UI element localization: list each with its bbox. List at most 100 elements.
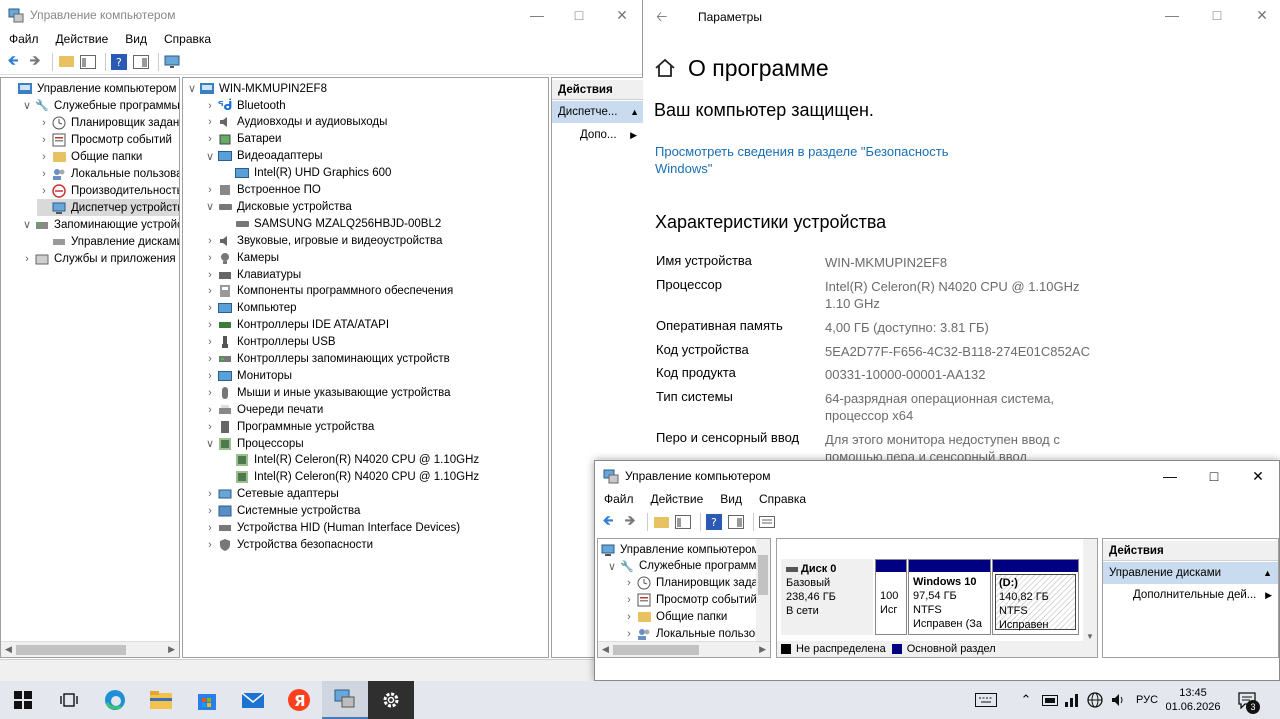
device-category[interactable]: › Встроенное ПО — [203, 182, 321, 199]
settings-maximize-button[interactable]: □ — [1195, 0, 1239, 30]
show-hide-tree-icon[interactable] — [79, 53, 97, 71]
chevron-right-icon[interactable]: › — [622, 628, 636, 640]
onedrive-icon[interactable] — [1040, 681, 1060, 719]
chevron-right-icon[interactable]: › — [203, 252, 217, 264]
chevron-down-icon[interactable]: ∨ — [20, 218, 34, 231]
device-category[interactable]: › Аудиовходы и аудиовыходы — [203, 114, 387, 131]
chevron-right-icon[interactable]: › — [37, 134, 51, 146]
disk-actions-more-item[interactable]: Дополнительные дей... ▶ — [1103, 585, 1278, 605]
tree-item[interactable]: › Службы и приложения — [20, 250, 175, 267]
chevron-right-icon[interactable]: › — [622, 594, 636, 606]
device-item[interactable]: Intel(R) Celeron(R) N4020 CPU @ 1.10GHz — [220, 452, 479, 469]
tree-item[interactable]: › Производительность — [37, 182, 179, 199]
device-category[interactable]: › Программные устройства — [203, 418, 374, 435]
minimize-button[interactable]: — — [515, 0, 559, 30]
tree-item[interactable]: Диспетчер устройств — [37, 199, 179, 216]
disk-menu-action[interactable]: Действие — [642, 492, 712, 506]
chevron-right-icon[interactable]: › — [37, 117, 51, 129]
menu-file[interactable]: Файл — [0, 32, 47, 46]
chevron-right-icon[interactable]: › — [203, 488, 217, 500]
device-category[interactable]: ∨ Видеоадаптеры — [203, 148, 323, 165]
globe-icon[interactable] — [1085, 681, 1105, 719]
device-tree-root[interactable]: ∨ WIN-MKMUPIN2EF8 — [185, 80, 327, 97]
device-category[interactable]: › Компьютер — [203, 300, 296, 317]
touch-keyboard-icon[interactable] — [972, 681, 1000, 719]
tree-item[interactable]: Управление компьютером (л — [3, 80, 179, 97]
chevron-right-icon[interactable]: › — [203, 184, 217, 196]
chevron-right-icon[interactable]: › — [203, 353, 217, 365]
device-category[interactable]: › Компоненты программного обеспечения — [203, 283, 453, 300]
back-icon[interactable]: 🡸 — [4, 52, 22, 71]
chevron-right-icon[interactable]: › — [203, 319, 217, 331]
chevron-down-icon[interactable]: ∨ — [203, 150, 217, 163]
close-button[interactable]: ✕ — [600, 0, 644, 30]
edge-taskbar-button[interactable] — [92, 681, 138, 719]
show-hide-tree-icon[interactable] — [674, 513, 692, 531]
speaker-icon[interactable] — [1108, 681, 1128, 719]
forward-icon[interactable]: 🡺 — [621, 512, 639, 531]
chevron-right-icon[interactable]: › — [203, 421, 217, 433]
settings-minimize-button[interactable]: — — [1150, 0, 1194, 30]
disk-maximize-button[interactable]: □ — [1192, 461, 1236, 491]
actions-disk-management-item[interactable]: Управление дисками ▲ — [1103, 562, 1278, 584]
notification-center-button[interactable]: 3 — [1230, 681, 1264, 719]
disk-tree-item[interactable]: › Просмотр событий — [622, 591, 757, 608]
forward-icon[interactable]: 🡺 — [26, 52, 44, 71]
clock[interactable]: 13:45 01.06.2026 — [1164, 681, 1222, 719]
chevron-right-icon[interactable]: › — [203, 269, 217, 281]
chevron-right-icon[interactable]: › — [203, 100, 217, 112]
chevron-down-icon[interactable]: ∨ — [605, 560, 619, 573]
device-category[interactable]: › Устройства HID (Human Interface Devices… — [203, 520, 460, 537]
disk-tree-item[interactable]: › Планировщик зада — [622, 575, 758, 592]
chevron-down-icon[interactable]: ∨ — [203, 437, 217, 450]
disk-tree-item[interactable]: Управление компьютером — [600, 541, 759, 558]
computer-management-taskbar-button[interactable] — [322, 681, 368, 719]
explorer-taskbar-button[interactable] — [138, 681, 184, 719]
yandex-taskbar-button[interactable]: Я — [276, 681, 322, 719]
chevron-up-icon[interactable]: ⌃ — [1016, 681, 1036, 719]
tree-item[interactable]: ∨ 🔧 Служебные программы — [20, 97, 179, 114]
device-item[interactable]: SAMSUNG MZALQ256HBJD-00BL2 — [220, 215, 441, 232]
chevron-right-icon[interactable]: › — [203, 387, 217, 399]
chevron-right-icon[interactable]: › — [37, 151, 51, 163]
chevron-right-icon[interactable]: › — [37, 168, 51, 180]
chevron-right-icon[interactable]: › — [622, 577, 636, 589]
tree-item[interactable]: ∨ Запоминающие устройст — [20, 216, 179, 233]
device-category[interactable]: › Камеры — [203, 249, 279, 266]
disk-tree-item[interactable]: › Общие папки — [622, 608, 727, 625]
chevron-right-icon[interactable]: › — [203, 505, 217, 517]
actions-more-item[interactable]: Допо... ▶ — [552, 125, 643, 145]
network-icon[interactable] — [1062, 681, 1082, 719]
disk-close-button[interactable]: ✕ — [1236, 461, 1280, 491]
disk-tree-item[interactable]: › Локальные пользов — [622, 625, 761, 642]
tree-item[interactable]: › Планировщик заданий — [37, 114, 179, 131]
tree-item[interactable]: › Просмотр событий — [37, 131, 172, 148]
chevron-right-icon[interactable]: › — [203, 404, 217, 416]
disk-tree-horizontal-scrollbar[interactable]: ◀ ▶ — [598, 641, 770, 657]
disk-menu-view[interactable]: Вид — [711, 492, 750, 506]
chevron-down-icon[interactable]: ∨ — [20, 99, 34, 112]
chevron-right-icon[interactable]: › — [20, 253, 34, 265]
up-folder-icon[interactable] — [57, 53, 75, 71]
device-category[interactable]: › Мониторы — [203, 367, 292, 384]
chevron-right-icon[interactable]: › — [37, 185, 51, 197]
start-button[interactable] — [0, 681, 46, 719]
chevron-right-icon[interactable]: › — [203, 235, 217, 247]
device-category[interactable]: ∨ Процессоры — [203, 435, 304, 452]
settings-taskbar-button[interactable] — [368, 681, 414, 719]
chevron-right-icon[interactable]: › — [203, 133, 217, 145]
tree-horizontal-scrollbar[interactable]: ◀ ▶ — [1, 641, 179, 657]
tree-item[interactable]: Управление дисками — [37, 233, 179, 250]
device-category[interactable]: › Контроллеры IDE ATA/ATAPI — [203, 317, 389, 334]
device-category[interactable]: › Контроллеры запоминающих устройств — [203, 351, 450, 368]
disk-menu-help[interactable]: Справка — [750, 492, 814, 506]
chevron-right-icon[interactable]: › — [203, 522, 217, 534]
disk-menu-file[interactable]: Файл — [595, 492, 642, 506]
back-arrow-icon[interactable]: 🡠 — [656, 6, 667, 30]
up-folder-icon[interactable] — [652, 513, 670, 531]
chevron-right-icon[interactable]: › — [203, 285, 217, 297]
monitor-toolbar-icon[interactable] — [163, 53, 181, 71]
tree-vertical-scrollbar[interactable] — [756, 539, 770, 643]
device-category[interactable]: › Звуковые, игровые и видеоустройства — [203, 232, 442, 249]
device-item[interactable]: Intel(R) UHD Graphics 600 — [220, 165, 391, 182]
